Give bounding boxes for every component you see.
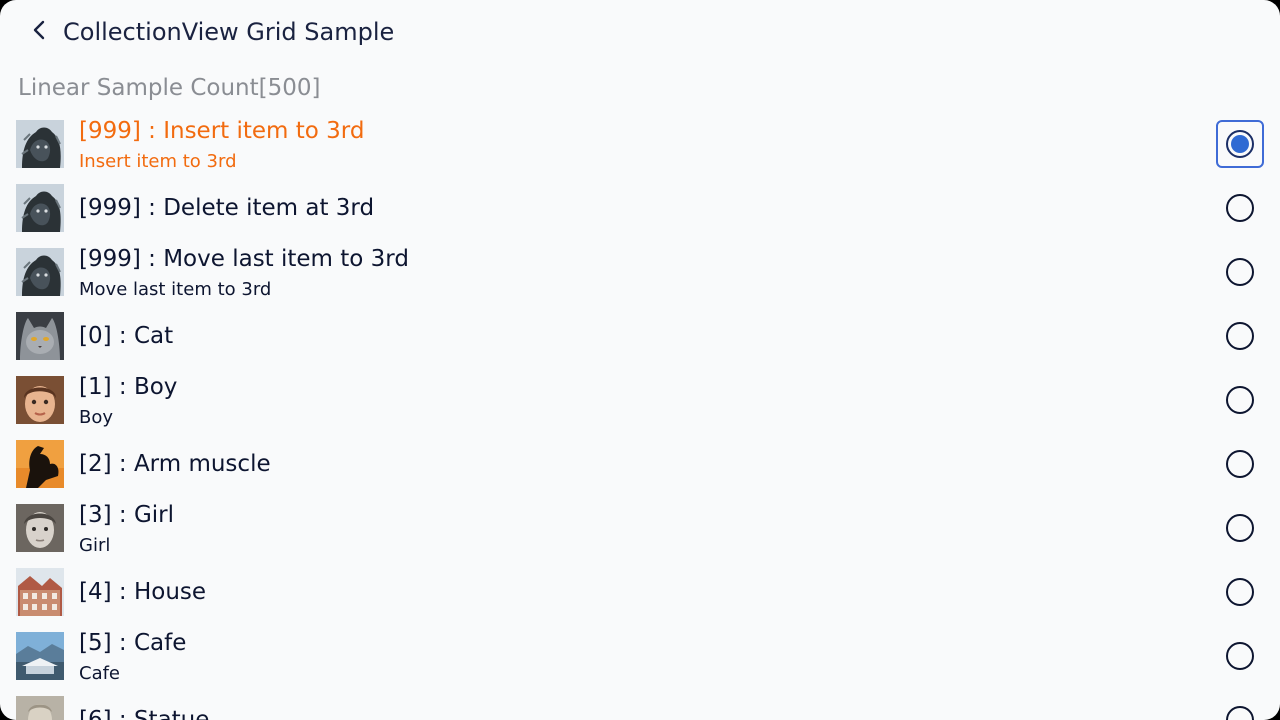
- chevron-left-icon: [30, 20, 50, 44]
- item-radio-button[interactable]: [1216, 376, 1264, 424]
- list-item[interactable]: [999] : Insert item to 3rd Insert item to…: [0, 112, 1280, 176]
- item-thumbnail: [16, 696, 64, 720]
- app-window: CollectionView Grid Sample Linear Sample…: [0, 0, 1280, 720]
- item-title: [999] : Move last item to 3rd: [79, 246, 409, 272]
- item-subtitle: Cafe: [79, 663, 121, 684]
- item-radio-button[interactable]: [1216, 632, 1264, 680]
- item-radio-button[interactable]: [1216, 120, 1264, 168]
- radio-circle-icon: [1226, 322, 1254, 350]
- item-title: [5] : Cafe: [79, 630, 187, 656]
- item-thumbnail: [16, 568, 64, 616]
- item-radio-button[interactable]: [1216, 696, 1264, 720]
- item-title: [999] : Delete item at 3rd: [79, 195, 375, 221]
- item-thumbnail: [16, 504, 64, 552]
- item-title: [4] : House: [79, 579, 207, 605]
- list-item[interactable]: [1] : Boy Boy: [0, 368, 1280, 432]
- radio-circle-icon: [1226, 642, 1254, 670]
- item-title: [1] : Boy: [79, 374, 178, 400]
- list-item[interactable]: [0] : Cat: [0, 304, 1280, 368]
- item-title: [6] : Statue: [79, 707, 210, 720]
- item-thumbnail: [16, 184, 64, 232]
- radio-circle-icon: [1226, 514, 1254, 542]
- app-header: CollectionView Grid Sample: [0, 0, 1280, 64]
- radio-circle-icon: [1226, 194, 1254, 222]
- item-thumbnail: [16, 248, 64, 296]
- list-item[interactable]: [4] : House: [0, 560, 1280, 624]
- page-title: CollectionView Grid Sample: [63, 18, 395, 46]
- item-title: [999] : Insert item to 3rd: [79, 118, 365, 144]
- item-radio-button[interactable]: [1216, 312, 1264, 360]
- item-thumbnail: [16, 376, 64, 424]
- item-title: [2] : Arm muscle: [79, 451, 271, 477]
- list-item[interactable]: [5] : Cafe Cafe: [0, 624, 1280, 688]
- item-title: [3] : Girl: [79, 502, 175, 528]
- list-item[interactable]: [999] : Move last item to 3rd Move last i…: [0, 240, 1280, 304]
- item-subtitle: Insert item to 3rd: [79, 151, 237, 172]
- item-radio-button[interactable]: [1216, 504, 1264, 552]
- item-thumbnail: [16, 312, 64, 360]
- item-thumbnail: [16, 632, 64, 680]
- radio-circle-icon: [1226, 706, 1254, 720]
- item-subtitle: Move last item to 3rd: [79, 279, 272, 300]
- item-subtitle: Girl: [79, 535, 111, 556]
- item-subtitle: Boy: [79, 407, 114, 428]
- item-thumbnail: [16, 120, 64, 168]
- item-radio-button[interactable]: [1216, 184, 1264, 232]
- item-title: [0] : Cat: [79, 323, 174, 349]
- item-thumbnail: [16, 440, 64, 488]
- item-radio-button[interactable]: [1216, 248, 1264, 296]
- list-item[interactable]: [6] : Statue: [0, 688, 1280, 720]
- radio-circle-icon: [1226, 386, 1254, 414]
- radio-circle-icon: [1226, 258, 1254, 286]
- item-list[interactable]: [999] : Insert item to 3rd Insert item to…: [0, 112, 1280, 720]
- item-radio-button[interactable]: [1216, 568, 1264, 616]
- list-item[interactable]: [3] : Girl Girl: [0, 496, 1280, 560]
- list-subheader: Linear Sample Count[500]: [18, 75, 321, 101]
- radio-circle-icon: [1226, 578, 1254, 606]
- list-item[interactable]: [999] : Delete item at 3rd: [0, 176, 1280, 240]
- radio-circle-icon: [1226, 450, 1254, 478]
- radio-circle-icon: [1226, 130, 1254, 158]
- back-button[interactable]: [24, 16, 56, 48]
- list-item[interactable]: [2] : Arm muscle: [0, 432, 1280, 496]
- item-radio-button[interactable]: [1216, 440, 1264, 488]
